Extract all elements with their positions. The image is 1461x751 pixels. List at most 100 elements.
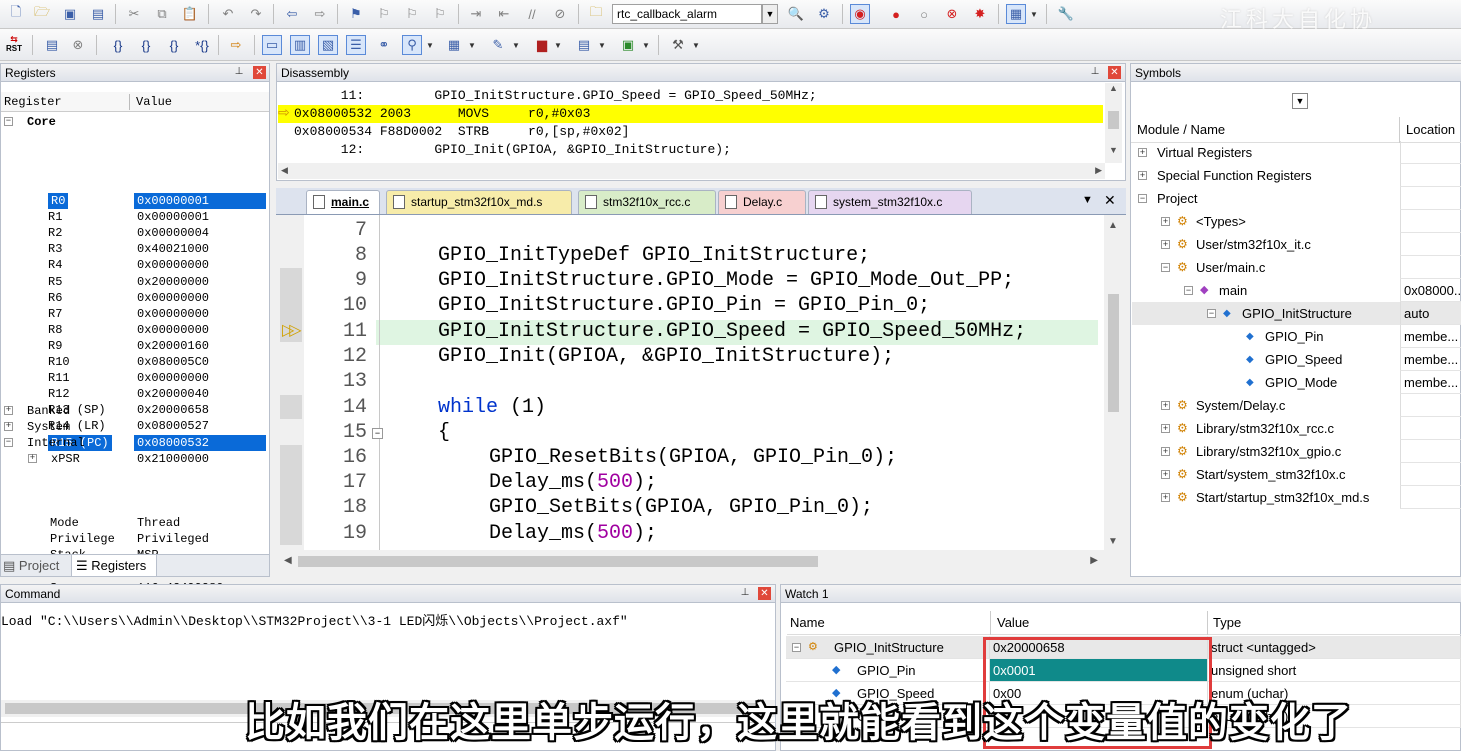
expand-icon[interactable]: + [1161, 217, 1170, 226]
chevron-down-icon[interactable]: ▼ [1028, 4, 1040, 24]
disasm-line[interactable]: 0x08000534 F88D0002 STRB r0,[sp,#0x02] [294, 123, 1104, 141]
close-icon[interactable]: ✕ [758, 587, 771, 600]
chevron-down-icon[interactable]: ▼ [640, 35, 652, 55]
show-next-statement-icon[interactable]: ⇨ [226, 35, 246, 55]
tree-banked[interactable]: + Banked [1, 403, 269, 419]
code-line[interactable]: GPIO_ResetBits(GPIOA, GPIO_Pin_0); [489, 445, 897, 470]
expand-icon[interactable]: + [28, 453, 37, 463]
col-module-name[interactable]: Module / Name [1137, 117, 1225, 143]
register-row[interactable]: R1 0x00000001 [2, 209, 270, 225]
new-file-icon[interactable]: 🗋 [6, 4, 26, 24]
disasm-line[interactable]: 0x08000532 2003 MOVS r0,#0x03 [294, 105, 1104, 123]
code-line[interactable]: GPIO_InitStructure.GPIO_Mode = GPIO_Mode… [438, 268, 1014, 293]
symbol-row[interactable]: + ⚙ <Types> [1132, 210, 1461, 233]
disasm-vscrollbar[interactable]: ▲ ▼ [1105, 83, 1122, 163]
symbol-row[interactable]: ◆ GPIO_Pin membe... [1132, 325, 1461, 348]
tree-system[interactable]: + System [1, 419, 269, 435]
uncomment-icon[interactable]: ⊘ [550, 4, 570, 24]
memory-window-icon[interactable]: ▦ [444, 35, 464, 55]
expand-icon[interactable]: + [1161, 240, 1170, 249]
tab-stm32f10x-rcc-c[interactable]: stm32f10x_rcc.c [578, 190, 716, 214]
symbols-window-icon[interactable]: ▧ [318, 35, 338, 55]
symbol-row[interactable]: + ⚙ Library/stm32f10x_gpio.c [1132, 440, 1461, 463]
close-editor-icon[interactable]: ✕ [1104, 192, 1116, 209]
symbol-row[interactable]: + ⚙ Start/startup_stm32f10x_md.s [1132, 486, 1461, 509]
chevron-down-icon[interactable]: ▼ [510, 35, 522, 55]
undo-icon[interactable]: ↶ [218, 4, 238, 24]
stop-icon[interactable]: ⊗ [68, 35, 88, 55]
tab-project[interactable]: ▤ Project [1, 556, 69, 576]
unindent-icon[interactable]: ⇤ [494, 4, 514, 24]
internal-row[interactable]: Privilege Privileged [2, 531, 270, 547]
breakpoint-icon[interactable]: ● [886, 4, 906, 24]
trace-window-icon[interactable]: ▤ [574, 35, 594, 55]
tab-registers[interactable]: ☰ Registers [71, 555, 157, 577]
col-location[interactable]: Location [1406, 117, 1455, 143]
tree-internal[interactable]: − Internal [1, 435, 269, 451]
nav-forward-icon[interactable]: ⇨ [310, 4, 330, 24]
chevron-down-icon[interactable]: ▼ [762, 4, 778, 24]
register-row[interactable]: R7 0x00000000 [2, 306, 270, 322]
pin-icon[interactable]: ⊥ [233, 66, 245, 78]
run-to-cursor-icon[interactable]: *{} [192, 35, 212, 55]
pin-icon[interactable]: ⊥ [1089, 66, 1101, 78]
register-row[interactable]: R3 0x40021000 [2, 241, 270, 257]
disasm-line[interactable]: 12: GPIO_Init(GPIOA, &GPIO_InitStructure… [294, 141, 1104, 159]
register-row[interactable]: R8 0x00000000 [2, 322, 270, 338]
collapse-icon[interactable]: − [1138, 194, 1147, 203]
expand-icon[interactable]: + [4, 406, 13, 415]
tab-delay-c[interactable]: Delay.c [718, 190, 806, 214]
cut-icon[interactable]: ✂ [124, 4, 144, 24]
register-row[interactable]: R0 0x00000001 [2, 193, 270, 209]
internal-row[interactable]: Mode Thread [2, 515, 270, 531]
expand-icon[interactable]: + [1161, 493, 1170, 502]
symbol-row[interactable]: ◆ GPIO_Mode membe... [1132, 371, 1461, 394]
symbol-row[interactable]: − ⚙ User/main.c [1132, 256, 1461, 279]
tab-system-stm32f10x-c[interactable]: system_stm32f10x.c [808, 190, 972, 214]
collapse-icon[interactable]: − [1184, 286, 1193, 295]
col-name[interactable]: Name [790, 611, 825, 635]
reset-icon[interactable]: ⇆ RST [4, 34, 24, 54]
step-over-icon[interactable]: {} [136, 35, 156, 55]
find-in-files-icon[interactable]: 🗀 [586, 4, 606, 24]
disassembly-window-icon[interactable]: ▥ [290, 35, 310, 55]
collapse-icon[interactable]: − [1161, 263, 1170, 272]
chevron-down-icon[interactable]: ▼ [424, 35, 436, 55]
expand-icon[interactable]: + [1138, 148, 1147, 157]
paste-icon[interactable]: 📋 [180, 4, 200, 24]
save-all-icon[interactable]: ▤ [88, 4, 108, 24]
symbol-row[interactable]: + ⚙ User/stm32f10x_it.c [1132, 233, 1461, 256]
expand-icon[interactable]: + [1138, 171, 1147, 180]
editor-vscrollbar[interactable]: ▲ ▼ [1104, 218, 1122, 552]
register-row[interactable]: R6 0x00000000 [2, 290, 270, 306]
incremental-find-icon[interactable]: ⚙ [814, 4, 834, 24]
symbol-row[interactable]: + ⚙ Library/stm32f10x_rcc.c [1132, 417, 1461, 440]
code-line[interactable]: GPIO_Init(GPIOA, &GPIO_InitStructure); [438, 344, 894, 369]
register-row[interactable]: R4 0x00000000 [2, 257, 270, 273]
chevron-down-icon[interactable]: ▼ [690, 35, 702, 55]
code-line[interactable]: GPIO_InitStructure.GPIO_Pin = GPIO_Pin_0… [438, 293, 930, 318]
register-row[interactable]: R11 0x00000000 [2, 370, 270, 386]
collapse-icon[interactable]: − [1207, 309, 1216, 318]
bookmark-icon[interactable]: ⚑ [346, 4, 366, 24]
save-icon[interactable]: ▣ [60, 4, 80, 24]
pin-icon[interactable]: ⊥ [739, 587, 751, 599]
open-file-icon[interactable]: 🗁 [32, 4, 52, 24]
expand-icon[interactable]: + [1161, 424, 1170, 433]
code-line[interactable]: GPIO_InitTypeDef GPIO_InitStructure; [438, 243, 870, 268]
call-stack-window-icon[interactable]: ⚭ [374, 35, 394, 55]
tab-main-c[interactable]: main.c [306, 190, 380, 214]
close-icon[interactable]: ✕ [253, 66, 266, 79]
collapse-icon[interactable]: − [792, 643, 801, 652]
nav-back-icon[interactable]: ⇦ [282, 4, 302, 24]
register-row[interactable]: + xPSR 0x21000000 [2, 451, 270, 467]
chevron-down-icon[interactable]: ▼ [552, 35, 564, 55]
expand-icon[interactable]: + [4, 422, 13, 431]
fold-icon[interactable]: − [372, 428, 383, 439]
code-line[interactable]: Delay_ms(500); [489, 521, 657, 546]
symbol-row[interactable]: + ⚙ System/Delay.c [1132, 394, 1461, 417]
comment-icon[interactable]: // [522, 4, 542, 24]
expand-icon[interactable]: + [1161, 470, 1170, 479]
tab-startup-s[interactable]: startup_stm32f10x_md.s [386, 190, 572, 214]
chevron-down-icon[interactable]: ▼ [596, 35, 608, 55]
